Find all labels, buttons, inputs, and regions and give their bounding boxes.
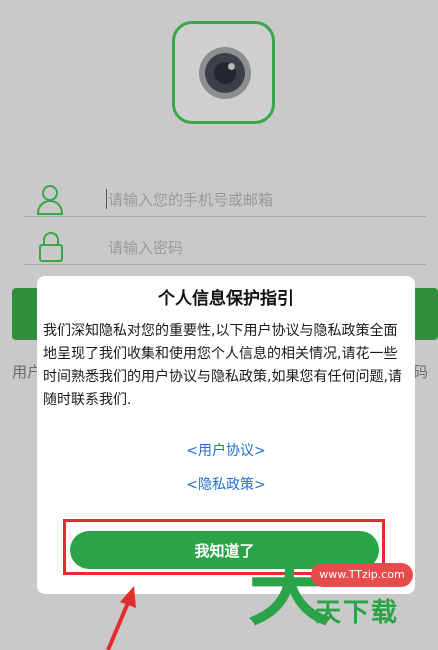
agreement-text-fragment: 码	[413, 363, 429, 381]
account-input[interactable]: 请输入您的手机号或邮箱	[108, 189, 273, 210]
password-underline	[24, 264, 426, 265]
user-icon	[36, 185, 64, 215]
login-button-edge	[414, 288, 438, 340]
watermark-text: 天下载	[315, 598, 400, 628]
password-input[interactable]: 请输入密码	[108, 237, 183, 258]
dialog-body-text: 我们深知隐私对您的重要性,以下用户协议与隐私政策全面地呈现了我们收集和使用您个人…	[43, 323, 402, 408]
lock-icon	[39, 232, 63, 262]
watermark-url: www.TTzip.com	[311, 563, 413, 587]
text-caret	[106, 189, 107, 209]
privacy-policy-link[interactable]: <隐私政策>	[37, 474, 415, 494]
user-agreement-link[interactable]: <用户协议>	[37, 440, 415, 460]
arrow-icon	[106, 586, 136, 650]
account-underline	[24, 216, 426, 217]
login-button-edge	[12, 288, 38, 340]
dialog-title: 个人信息保护指引	[158, 289, 294, 309]
